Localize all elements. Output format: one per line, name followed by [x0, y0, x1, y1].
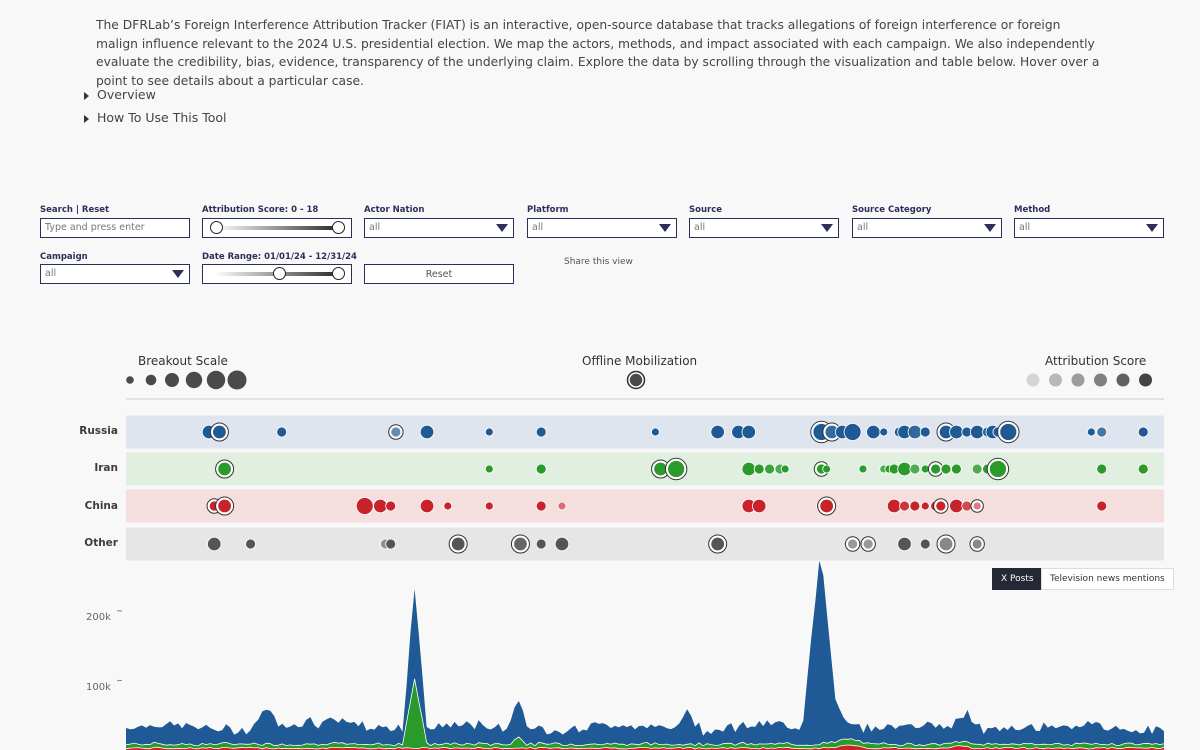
y-tick-100k: 100k — [86, 682, 111, 693]
y-tick-200k: 200k — [86, 612, 111, 623]
area-series-russia — [126, 560, 1164, 746]
x-posts-area-chart — [117, 560, 1165, 750]
